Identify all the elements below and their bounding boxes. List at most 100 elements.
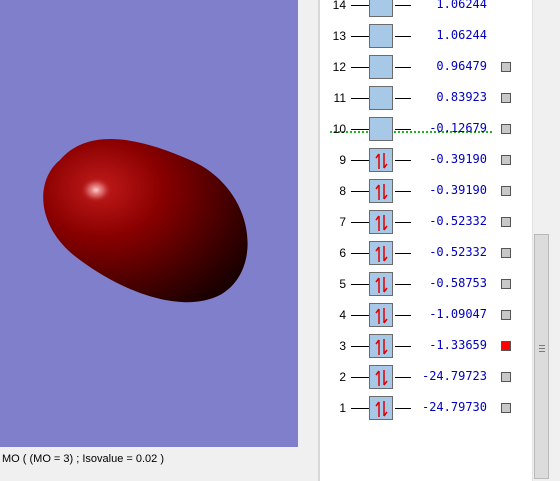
orbital-energy: -24.79723 <box>421 369 487 383</box>
spin-up-arrow-icon <box>375 401 380 417</box>
occupied-orbital-box[interactable] <box>369 303 393 327</box>
surface-toggle[interactable] <box>501 217 511 227</box>
level-line-right <box>395 98 411 99</box>
spin-down-arrow-icon <box>383 184 388 200</box>
vertical-scrollbar[interactable] <box>532 0 551 481</box>
level-line-right <box>395 222 411 223</box>
mo-level-row[interactable]: 10 -0.12679 <box>320 117 532 143</box>
mo-level-row[interactable]: 3 -1.33659 <box>320 334 532 360</box>
mo-number: 14 <box>332 0 346 12</box>
mo-number: 1 <box>339 401 346 415</box>
level-line-left <box>351 346 369 347</box>
mo-level-row[interactable]: 8 -0.39190 <box>320 179 532 205</box>
mo-number: 8 <box>339 184 346 198</box>
virtual-orbital-box[interactable] <box>369 55 393 79</box>
mo-level-row[interactable]: 6 -0.52332 <box>320 241 532 267</box>
mo-number: 6 <box>339 246 346 260</box>
level-line-left <box>351 5 369 6</box>
level-line-left <box>351 191 369 192</box>
mo-level-row[interactable]: 12 0.96479 <box>320 55 532 81</box>
surface-toggle[interactable] <box>501 248 511 258</box>
mo-number: 13 <box>332 29 346 43</box>
viewport-gutter <box>298 0 318 447</box>
orbital-energy: -0.12679 <box>429 121 487 135</box>
orbital-energy: -1.33659 <box>429 338 487 352</box>
mo-level-row[interactable]: 4 -1.09047 <box>320 303 532 329</box>
occupied-orbital-box[interactable] <box>369 148 393 172</box>
level-line-left <box>351 408 369 409</box>
surface-toggle[interactable] <box>501 310 511 320</box>
surface-toggle[interactable] <box>501 279 511 289</box>
spin-pair-icon <box>375 184 388 200</box>
spin-pair-icon <box>375 277 388 293</box>
level-line-left <box>351 222 369 223</box>
spin-pair-icon <box>375 308 388 324</box>
level-line-right <box>395 5 411 6</box>
level-line-right <box>395 36 411 37</box>
surface-toggle[interactable] <box>501 155 511 165</box>
level-line-left <box>351 160 369 161</box>
virtual-orbital-box[interactable] <box>369 24 393 48</box>
orbital-energy: -24.79730 <box>421 400 487 414</box>
level-line-right <box>395 67 411 68</box>
mo-number: 4 <box>339 308 346 322</box>
mo-level-row[interactable]: 7 -0.52332 <box>320 210 532 236</box>
level-line-right <box>395 408 411 409</box>
mo-level-row[interactable]: 1 -24.79730 <box>320 396 532 422</box>
virtual-orbital-box[interactable] <box>369 0 393 17</box>
spin-down-arrow-icon <box>383 277 388 293</box>
mo-number: 7 <box>339 215 346 229</box>
level-line-left <box>351 253 369 254</box>
status-text: MO ( (MO = 3) ; Isovalue = 0.02 ) <box>2 453 164 465</box>
orbital-energy: -0.52332 <box>429 245 487 259</box>
spin-down-arrow-icon <box>383 339 388 355</box>
window-edge <box>550 0 560 481</box>
mo-level-row[interactable]: 11 0.83923 <box>320 86 532 112</box>
surface-toggle[interactable] <box>501 62 511 72</box>
mo-number: 9 <box>339 153 346 167</box>
occupied-orbital-box[interactable] <box>369 241 393 265</box>
spin-down-arrow-icon <box>383 370 388 386</box>
surface-toggle[interactable] <box>501 124 511 134</box>
occupied-orbital-box[interactable] <box>369 334 393 358</box>
level-line-right <box>395 377 411 378</box>
occupied-orbital-box[interactable] <box>369 396 393 420</box>
virtual-orbital-box[interactable] <box>369 86 393 110</box>
orbital-energy: -0.52332 <box>429 214 487 228</box>
mo-level-row[interactable]: 9 -0.39190 <box>320 148 532 174</box>
spin-pair-icon <box>375 339 388 355</box>
orbital-energy: -0.39190 <box>429 152 487 166</box>
occupied-orbital-box[interactable] <box>369 365 393 389</box>
orbital-energy: 0.83923 <box>436 90 487 104</box>
molecule-viewport[interactable] <box>0 0 298 447</box>
occupied-orbital-box[interactable] <box>369 272 393 296</box>
orbital-energy: 0.96479 <box>436 59 487 73</box>
spin-up-arrow-icon <box>375 308 380 324</box>
spin-pair-icon <box>375 401 388 417</box>
status-bar: MO ( (MO = 3) ; Isovalue = 0.02 ) <box>0 447 318 481</box>
spin-up-arrow-icon <box>375 184 380 200</box>
spin-down-arrow-icon <box>383 215 388 231</box>
surface-toggle[interactable] <box>501 93 511 103</box>
scrollbar-thumb[interactable] <box>534 234 549 479</box>
surface-toggle-selected[interactable] <box>501 341 511 351</box>
mo-level-row[interactable]: 2 -24.79723 <box>320 365 532 391</box>
mo-level-row[interactable]: 14 1.06244 <box>320 0 532 19</box>
surface-toggle[interactable] <box>501 403 511 413</box>
surface-toggle[interactable] <box>501 372 511 382</box>
surface-toggle[interactable] <box>501 186 511 196</box>
level-line-left <box>351 36 369 37</box>
mo-level-row[interactable]: 5 -0.58753 <box>320 272 532 298</box>
orbital-energy: -1.09047 <box>429 307 487 321</box>
level-line-right <box>395 284 411 285</box>
virtual-orbital-box[interactable] <box>369 117 393 141</box>
occupied-orbital-box[interactable] <box>369 210 393 234</box>
occupied-orbital-box[interactable] <box>369 179 393 203</box>
level-line-left <box>351 315 369 316</box>
level-line-right <box>395 129 411 130</box>
spin-up-arrow-icon <box>375 339 380 355</box>
mo-level-row[interactable]: 13 1.06244 <box>320 24 532 50</box>
level-line-left <box>351 67 369 68</box>
spin-pair-icon <box>375 153 388 169</box>
mo-number: 12 <box>332 60 346 74</box>
